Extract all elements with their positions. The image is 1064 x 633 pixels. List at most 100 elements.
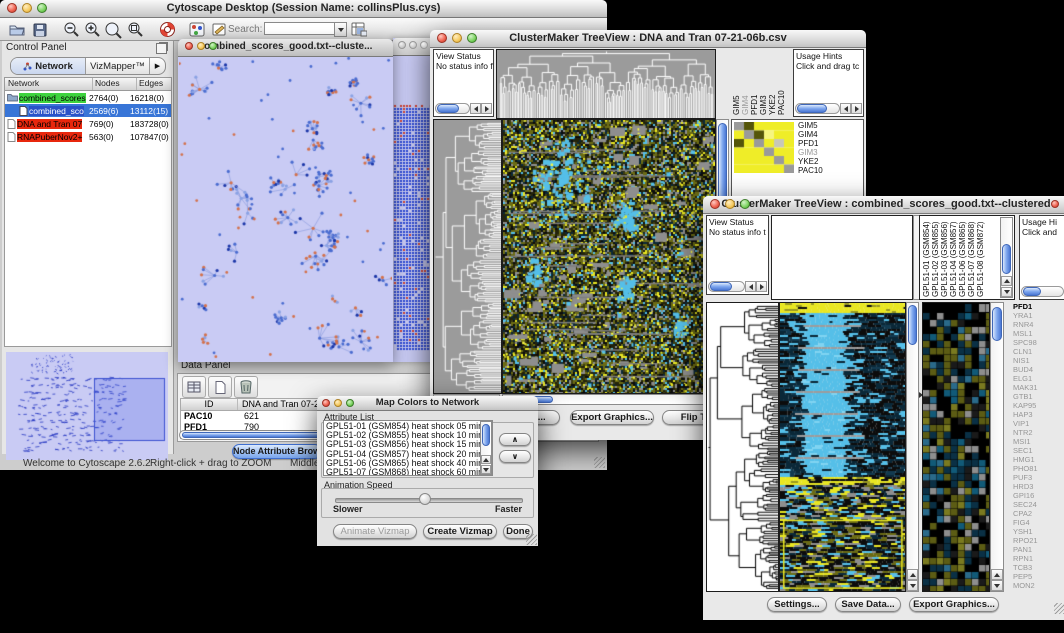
zoom-out-icon[interactable] — [62, 21, 80, 38]
scroll-up-button[interactable] — [991, 569, 1003, 580]
row-dendrogram-canvas[interactable] — [706, 302, 779, 592]
export-graphics-button[interactable]: Export Graphics... — [909, 597, 999, 612]
scrollbar-thumb[interactable] — [797, 104, 827, 113]
view-status-scrollbar[interactable] — [435, 103, 470, 114]
heatmap-vscrollbar[interactable] — [906, 302, 919, 592]
save-data-button[interactable]: Save Data... — [835, 597, 901, 612]
scroll-down-button[interactable] — [907, 580, 918, 591]
scrollbar-thumb[interactable] — [1002, 244, 1011, 274]
zoom-heatmap-canvas[interactable] — [922, 302, 990, 592]
network-row-selected[interactable]: combined_sco 2569(6) 13112(15) — [5, 104, 171, 117]
minimize-light[interactable] — [197, 42, 205, 50]
scroll-up-button[interactable] — [1001, 276, 1012, 286]
background-window-close-light[interactable] — [1051, 200, 1059, 208]
usage-hints-scrollbar[interactable] — [1021, 286, 1064, 297]
help-lifering-icon[interactable] — [158, 21, 176, 38]
network-row[interactable]: RNAPuberNov2+ 563(0) 107847(0) — [5, 130, 171, 143]
settings-button[interactable]: Settings... — [767, 597, 827, 612]
animation-speed-slider[interactable] — [419, 493, 431, 505]
import-table-icon[interactable] — [350, 21, 368, 38]
resize-grip[interactable] — [594, 457, 605, 468]
zoom-fit-icon[interactable] — [126, 21, 144, 38]
column-dendrogram-area[interactable] — [771, 215, 913, 300]
inactive-close-light[interactable] — [398, 41, 406, 49]
minimize-light[interactable] — [22, 3, 32, 13]
open-file-icon[interactable] — [8, 21, 26, 38]
scroll-left-button[interactable] — [840, 103, 851, 114]
scroll-left-button[interactable] — [745, 281, 756, 292]
scroll-right-button[interactable] — [481, 103, 492, 114]
zoom-light[interactable] — [209, 42, 217, 50]
network-row[interactable]: combined_scores 2764(0) 16218(0) — [5, 91, 171, 104]
column-header-network[interactable]: Network — [5, 78, 93, 90]
scroll-up-button[interactable] — [907, 569, 918, 580]
close-light[interactable] — [437, 33, 447, 43]
minimize-light[interactable] — [452, 33, 462, 43]
network-view-canvas[interactable] — [179, 57, 392, 361]
zoom-vscrollbar[interactable] — [990, 302, 1004, 592]
zoom-selected-icon[interactable] — [104, 21, 122, 38]
scrollbar-thumb[interactable] — [437, 104, 459, 113]
close-light[interactable] — [322, 399, 330, 407]
inactive-zoom-light[interactable] — [420, 41, 428, 49]
heatmap-canvas[interactable] — [502, 119, 716, 394]
annotation-icon[interactable] — [210, 21, 228, 38]
close-light[interactable] — [185, 42, 193, 50]
tab-network[interactable]: Network — [11, 58, 86, 74]
column-dendrogram-canvas[interactable] — [496, 49, 716, 119]
scrollbar-thumb[interactable] — [482, 424, 490, 446]
attribute-list-vscrollbar[interactable] — [480, 421, 492, 475]
network-view-title-bar[interactable]: combined_scores_good.txt--cluste... — [178, 39, 393, 57]
zoom-heatmap-canvas[interactable] — [734, 122, 794, 173]
resize-grip[interactable] — [526, 534, 537, 545]
scroll-down-button[interactable] — [991, 580, 1003, 591]
network-row[interactable]: DNA and Tran 07 769(0) 183728(0) — [5, 117, 171, 130]
zoom-in-icon[interactable] — [83, 21, 101, 38]
tab-overflow-button[interactable]: ▶ — [150, 58, 165, 74]
data-panel-select-attributes-button[interactable] — [182, 376, 206, 398]
scrollbar-thumb[interactable] — [992, 307, 1002, 341]
zoom-light[interactable] — [346, 399, 354, 407]
save-icon[interactable] — [31, 21, 49, 38]
minimize-light[interactable] — [334, 399, 342, 407]
scroll-down-button[interactable] — [1001, 287, 1012, 297]
search-input[interactable] — [264, 22, 336, 35]
zoom-light[interactable] — [740, 199, 750, 209]
node-attribute-browser-tab[interactable]: Node Attribute Brows — [232, 444, 322, 459]
move-attribute-up-button[interactable]: ∧ — [499, 433, 531, 446]
vizmapper-icon[interactable] — [188, 21, 206, 38]
dialog-title-bar[interactable]: Map Colors to Network — [317, 396, 538, 411]
heatmap-canvas[interactable] — [779, 302, 906, 592]
scrollbar-thumb[interactable] — [1023, 287, 1041, 296]
inactive-minimize-light[interactable] — [409, 41, 417, 49]
float-panel-icon[interactable] — [156, 43, 167, 54]
scroll-down-button[interactable] — [481, 465, 491, 474]
close-light[interactable] — [710, 199, 720, 209]
zoom-light[interactable] — [37, 3, 47, 13]
scroll-right-button[interactable] — [756, 281, 767, 292]
attribute-item[interactable]: GPL51-07 (GSM868) heat shock 60 min — [326, 468, 490, 476]
scrollbar-thumb[interactable] — [908, 305, 917, 345]
column-header-nodes[interactable]: Nodes — [93, 78, 137, 90]
close-light[interactable] — [7, 3, 17, 13]
usage-hints-scrollbar[interactable] — [795, 103, 840, 114]
scroll-up-button[interactable] — [481, 455, 491, 464]
data-panel-new-attribute-button[interactable] — [208, 376, 232, 398]
treeview2-title-bar[interactable]: ClusterMaker TreeView : combined_scores_… — [703, 196, 1064, 214]
create-vizmap-button[interactable]: Create Vizmap — [423, 524, 497, 539]
tab-vizmapper[interactable]: VizMapper™ — [86, 58, 150, 74]
resize-grip[interactable] — [1054, 603, 1064, 614]
minimize-light[interactable] — [725, 199, 735, 209]
export-graphics-button[interactable]: Export Graphics... — [570, 410, 654, 425]
treeview1-title-bar[interactable]: ClusterMaker TreeView : DNA and Tran 07-… — [430, 30, 866, 48]
search-dropdown-button[interactable] — [334, 22, 347, 37]
move-attribute-down-button[interactable]: ∨ — [499, 450, 531, 463]
column-header-id[interactable]: ID — [181, 399, 238, 410]
view-status-scrollbar[interactable] — [708, 281, 745, 292]
data-panel-delete-attribute-button[interactable] — [234, 376, 258, 398]
scroll-right-button[interactable] — [851, 103, 862, 114]
column-header-edges[interactable]: Edges — [137, 78, 171, 90]
scrollbar-thumb[interactable] — [710, 282, 732, 291]
network-overview-canvas[interactable] — [6, 352, 168, 460]
scroll-left-button[interactable] — [470, 103, 481, 114]
